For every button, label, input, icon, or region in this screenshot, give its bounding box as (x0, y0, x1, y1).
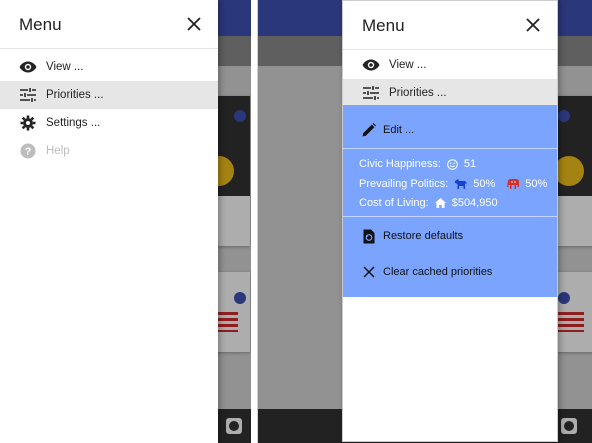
drawer-header: Menu (343, 1, 557, 50)
drawer-title: Menu (19, 15, 62, 34)
republican-elephant-icon (506, 179, 519, 189)
eye-icon (362, 59, 380, 71)
prevailing-politics-line: Prevailing Politics: 50% 50% (359, 178, 547, 190)
civic-happiness-value: 51 (463, 158, 477, 170)
democrat-percentage: 50% (473, 178, 496, 190)
restore-document-icon (363, 229, 375, 243)
menu-item-priorities[interactable]: Priorities ... (0, 81, 218, 109)
republican-percentage: 50% (525, 178, 548, 190)
smiley-icon (447, 158, 458, 170)
civic-happiness-line: Civic Happiness: 51 (359, 158, 476, 170)
eye-icon (19, 61, 37, 73)
priorities-submenu: Edit ... Civic Happiness: 51 Prevailing … (343, 105, 557, 297)
clear-label: Clear cached priorities (383, 266, 493, 278)
menu-item-priorities[interactable]: Priorities ... (343, 79, 557, 107)
submenu-divider (343, 216, 557, 217)
cost-of-living-label: Cost of Living: (359, 197, 429, 209)
menu-item-label: Settings ... (46, 117, 101, 129)
right-screenshot-panel: Menu View ... Priorities ... Edit ... Ci… (257, 0, 592, 443)
restore-defaults-item[interactable]: Restore defaults (343, 223, 557, 249)
drawer-title: Menu (362, 16, 405, 35)
cost-of-living-value: $504,950 (451, 197, 498, 209)
left-screenshot-panel: Menu View ... Priorities ... Settings ..… (0, 0, 252, 443)
democrat-donkey-icon (454, 179, 467, 189)
close-icon[interactable] (526, 18, 540, 32)
help-circle-icon: ? (20, 143, 36, 159)
edit-priorities-item[interactable]: Edit ... (343, 117, 557, 143)
navigation-drawer: Menu View ... Priorities ... (0, 0, 218, 443)
menu-item-label: View ... (46, 61, 84, 73)
menu-item-help[interactable]: ? Help (0, 137, 218, 165)
sliders-icon (20, 88, 36, 102)
pencil-icon (362, 123, 376, 137)
svg-text:?: ? (25, 146, 32, 158)
menu-item-view[interactable]: View ... (343, 51, 557, 79)
restore-label: Restore defaults (383, 230, 464, 242)
clear-cached-priorities-item[interactable]: Clear cached priorities (343, 259, 557, 285)
menu-item-settings[interactable]: Settings ... (0, 109, 218, 137)
submenu-divider (343, 148, 557, 149)
gear-icon (20, 115, 36, 131)
drawer-header: Menu (0, 0, 218, 49)
menu-item-label: View ... (389, 59, 427, 71)
cost-of-living-line: Cost of Living: $504,950 (359, 197, 498, 209)
prevailing-politics-label: Prevailing Politics: (359, 178, 449, 190)
edit-label: Edit ... (383, 124, 415, 136)
menu-item-label: Priorities ... (389, 87, 447, 99)
sliders-icon (363, 86, 379, 100)
close-icon (363, 266, 375, 278)
menu-item-label: Help (46, 145, 70, 157)
menu-item-view[interactable]: View ... (0, 53, 218, 81)
home-icon (434, 198, 446, 208)
close-icon[interactable] (187, 17, 201, 31)
menu-item-label: Priorities ... (46, 89, 104, 101)
civic-happiness-label: Civic Happiness: (359, 158, 441, 170)
navigation-drawer: Menu View ... Priorities ... (342, 0, 558, 442)
